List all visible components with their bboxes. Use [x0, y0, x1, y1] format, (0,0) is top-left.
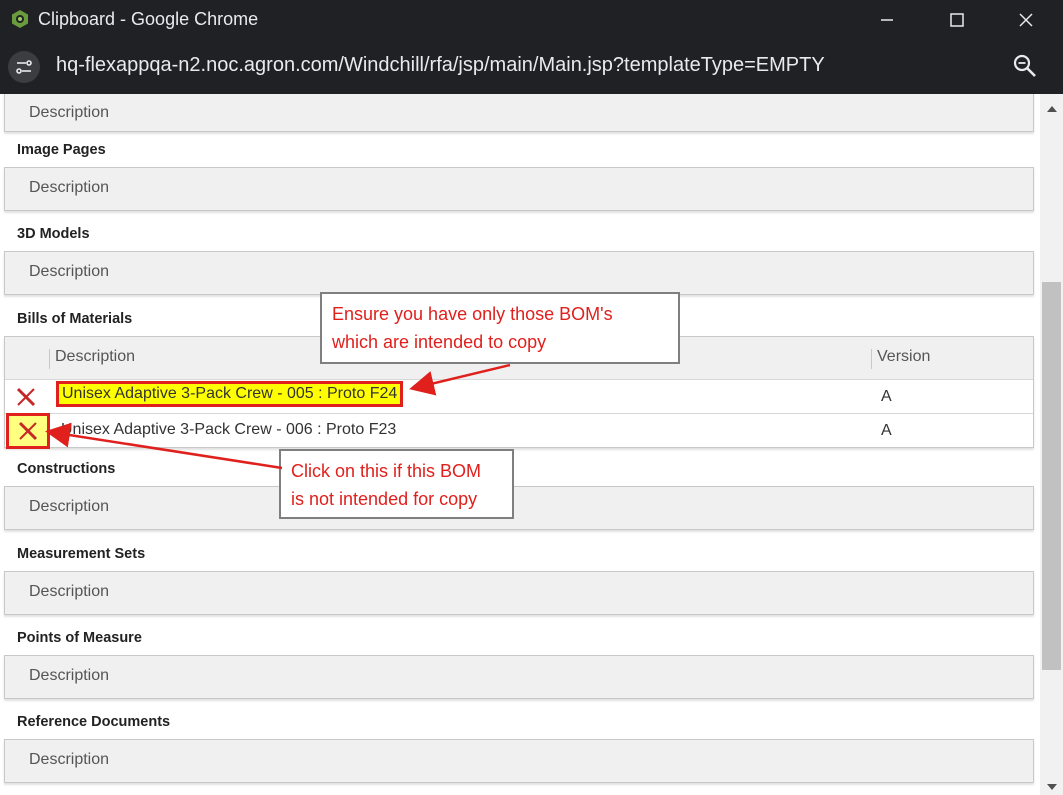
section-points-of-measure: Points of Measure [17, 630, 142, 646]
annotation-callout-bom-check: Ensure you have only those BOM's which a… [320, 292, 680, 364]
section-constructions: Constructions [17, 461, 116, 477]
measurement-sets-table: Description [4, 571, 1034, 615]
table-header: Description [5, 656, 1033, 698]
constructions-table: Description [4, 486, 1034, 530]
table-header: Description [5, 572, 1033, 614]
section-3d-models: 3D Models [17, 226, 90, 242]
window-titlebar: Clipboard - Google Chrome [0, 0, 1063, 40]
column-divider [871, 349, 872, 369]
annotation-text: Ensure you have only those BOM's [332, 304, 613, 324]
annotation-callout-remove: Click on this if this BOM is not intende… [279, 449, 514, 519]
annotation-text: which are intended to copy [332, 332, 547, 352]
bom-version: A [881, 388, 892, 405]
description-header[interactable]: Description [29, 583, 109, 601]
image-pages-table: Description [4, 167, 1034, 211]
section-measurement-sets: Measurement Sets [17, 546, 146, 562]
description-header[interactable]: Description [55, 348, 135, 366]
table-header: Description [5, 487, 1033, 529]
section-image-pages: Image Pages [17, 142, 106, 158]
description-header[interactable]: Description [29, 751, 109, 769]
annotation-text: is not intended for copy [291, 489, 478, 509]
3d-models-table: Description [4, 251, 1034, 295]
close-button[interactable] [1003, 0, 1049, 40]
bom-version: A [881, 422, 892, 439]
top-table: Description [4, 94, 1034, 132]
version-header[interactable]: Version [877, 348, 930, 366]
url-text[interactable]: hq-flexappqa-n2.noc.agron.com/Windchill/… [56, 54, 825, 77]
table-header: Description [5, 740, 1033, 782]
address-bar: hq-flexappqa-n2.noc.agron.com/Windchill/… [0, 40, 1063, 94]
description-header[interactable]: Description [29, 263, 109, 281]
description-header[interactable]: Description [29, 179, 109, 197]
table-header: Description [5, 252, 1033, 294]
maximize-button[interactable] [934, 0, 980, 40]
table-header: Description [5, 94, 1033, 131]
reference-documents-table: Description [4, 739, 1034, 783]
page-content: Description Image Pages Description 3D M… [0, 94, 1040, 795]
description-header[interactable]: Description [29, 667, 109, 685]
remove-icon[interactable] [15, 386, 37, 408]
bom-description[interactable]: Unisex Adaptive 3-Pack Crew - 006 : Prot… [61, 421, 396, 439]
table-row: Unisex Adaptive 3-Pack Crew - 005 : Prot… [5, 379, 1033, 413]
scroll-down-arrow-icon[interactable] [1046, 778, 1058, 795]
points-of-measure-table: Description [4, 655, 1034, 699]
zoom-icon[interactable] [1012, 53, 1038, 79]
annotation-text: Click on this if this BOM [291, 461, 482, 481]
scrollbar-thumb[interactable] [1042, 282, 1061, 670]
description-header[interactable]: Description [29, 104, 109, 122]
section-bills-of-materials: Bills of Materials [17, 311, 133, 327]
description-header[interactable]: Description [29, 498, 109, 516]
site-info-icon[interactable] [8, 51, 40, 83]
bom-description[interactable]: Unisex Adaptive 3-Pack Crew - 005 : Prot… [55, 381, 404, 407]
app-icon [10, 9, 30, 29]
scroll-up-arrow-icon[interactable] [1046, 100, 1058, 118]
minimize-button[interactable] [864, 0, 910, 40]
table-row: Unisex Adaptive 3-Pack Crew - 006 : Prot… [5, 413, 1033, 449]
table-header: Description [5, 168, 1033, 210]
remove-icon[interactable] [6, 413, 50, 449]
window-title: Clipboard - Google Chrome [38, 9, 259, 29]
section-reference-documents: Reference Documents [17, 714, 171, 730]
column-divider [49, 349, 50, 369]
